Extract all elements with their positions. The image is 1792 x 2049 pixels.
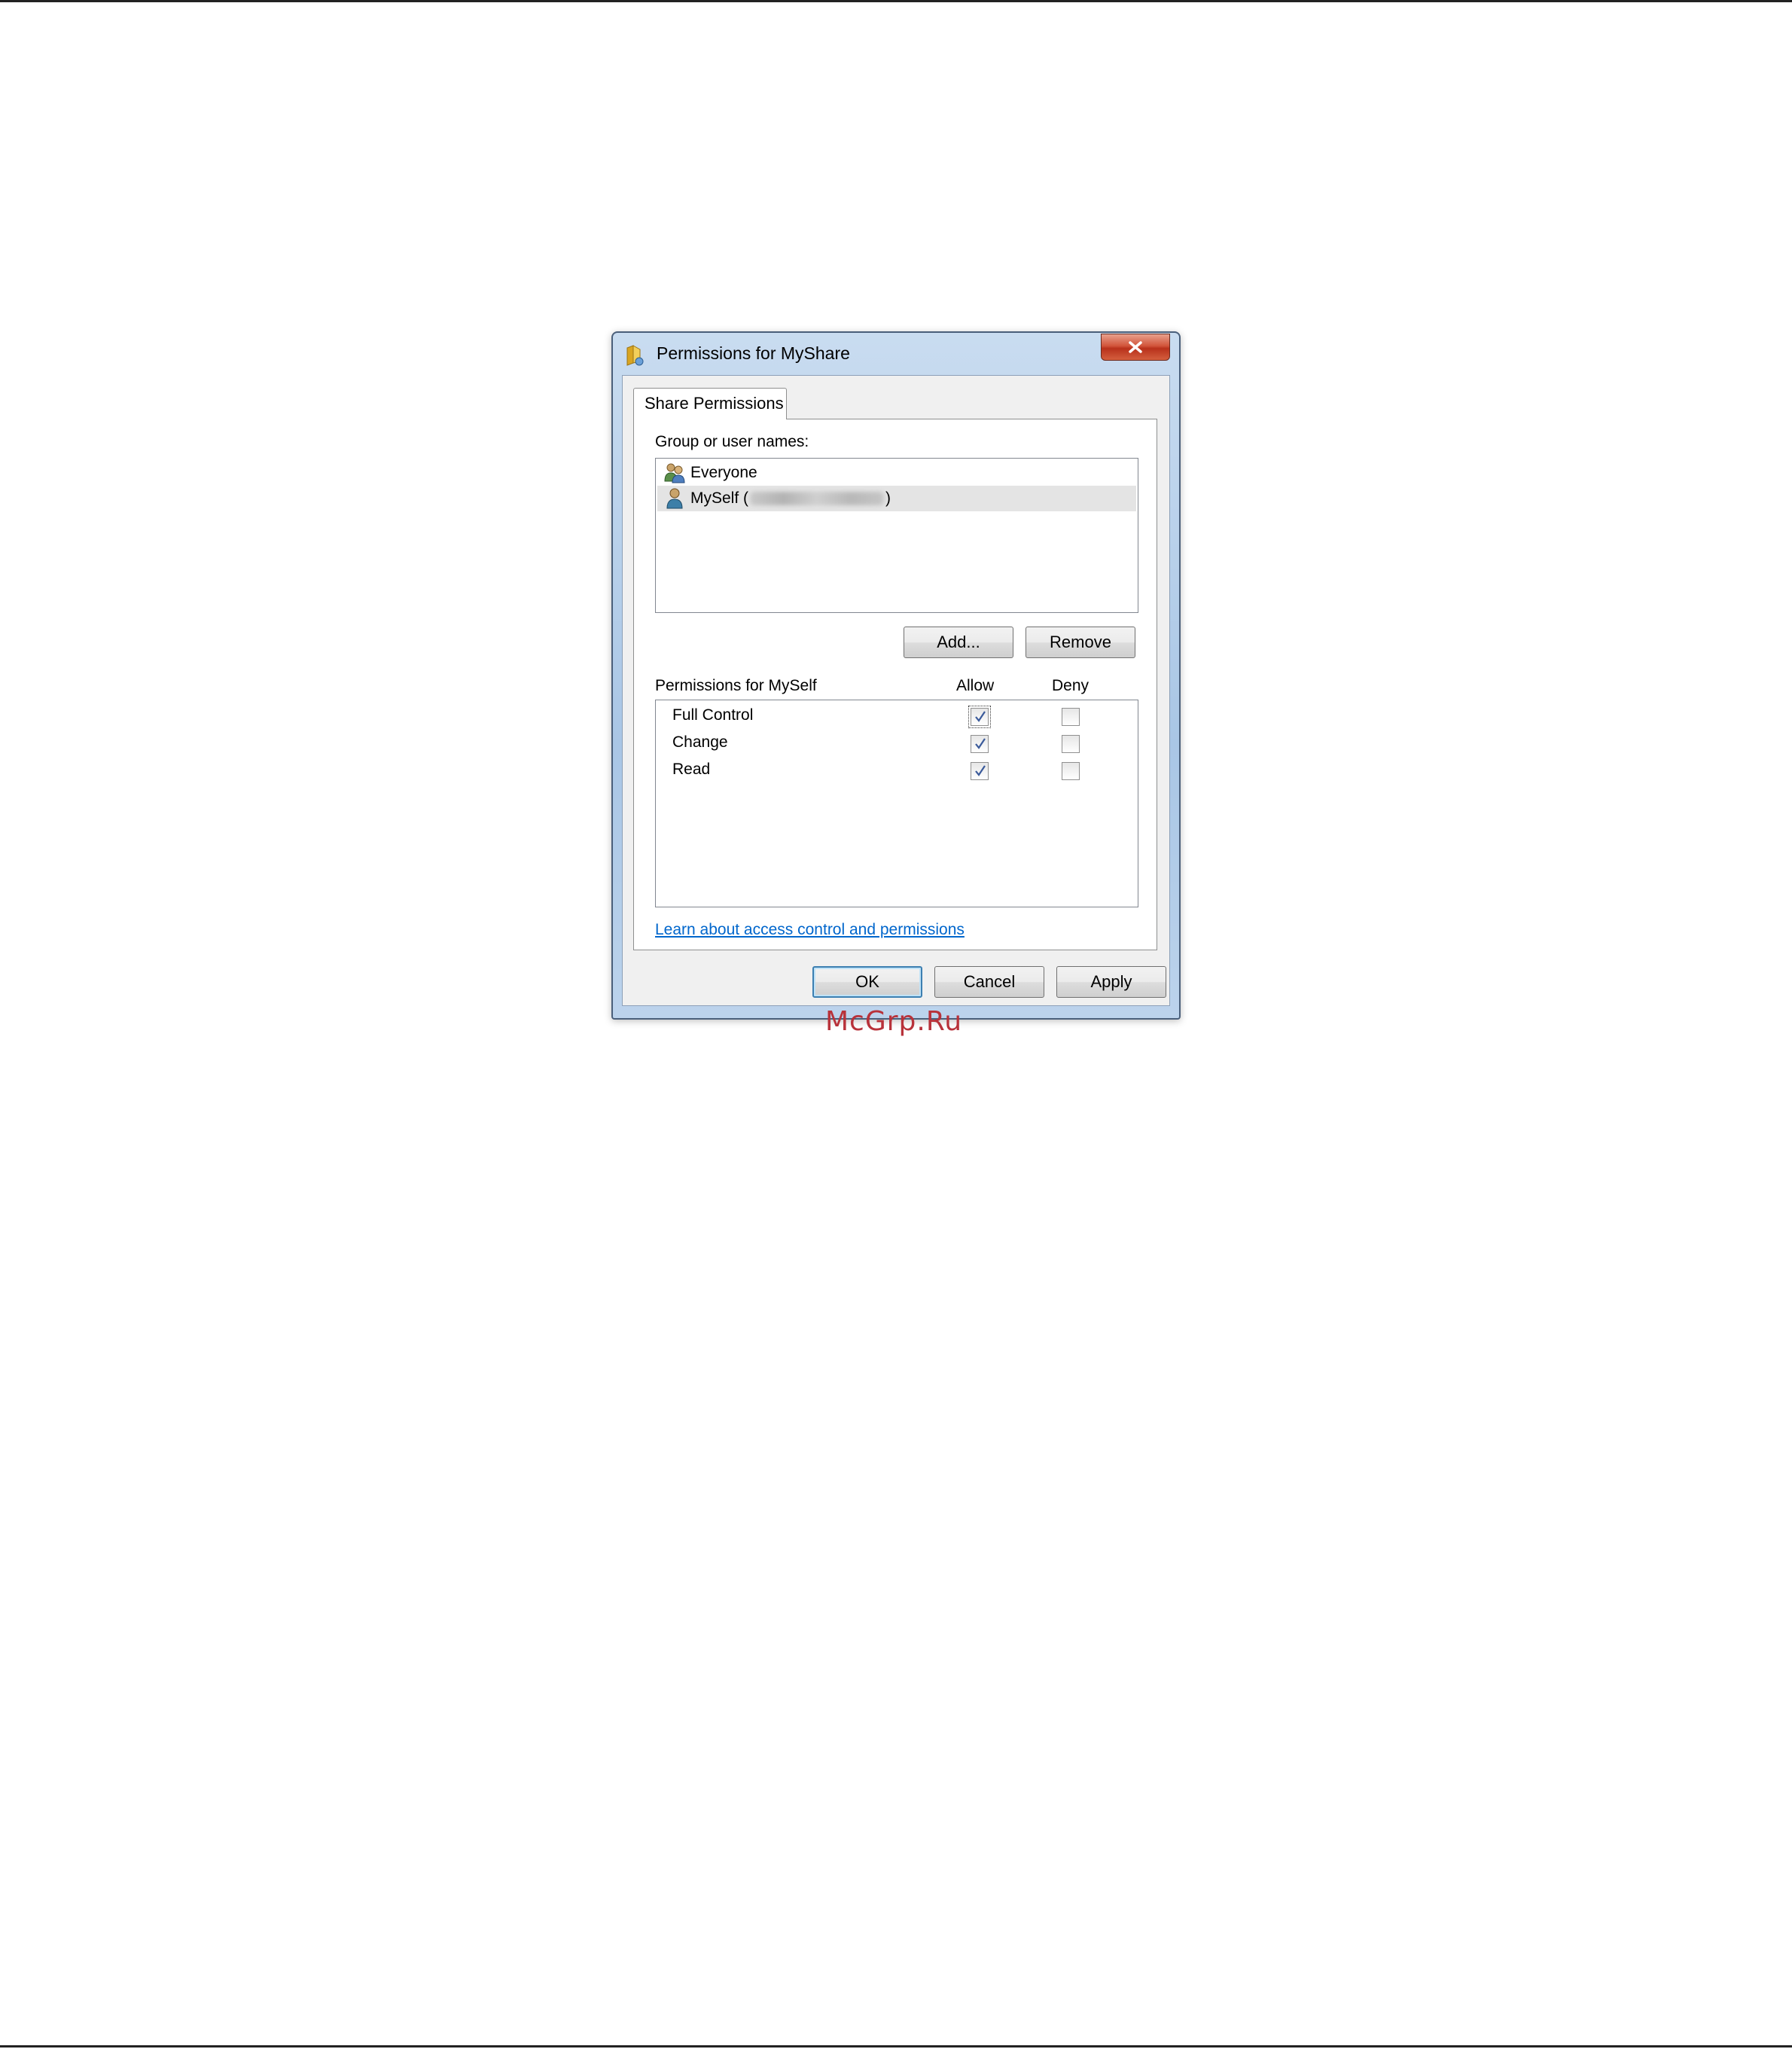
deny-checkbox-full-control[interactable]: [1062, 708, 1080, 726]
tab-panel: Group or user names: Everyone MySelf ()…: [633, 419, 1157, 950]
close-icon: [1129, 341, 1142, 353]
user-name: MySelf (: [690, 489, 749, 507]
learn-more-link[interactable]: Learn about access control and permissio…: [655, 921, 965, 939]
add-button-label: Add...: [937, 633, 980, 651]
remove-button[interactable]: Remove: [1026, 627, 1135, 658]
apply-button-label: Apply: [1090, 972, 1132, 991]
user-list[interactable]: Everyone MySelf ( ): [655, 458, 1138, 613]
group-users-icon: [664, 463, 685, 483]
deny-checkbox-read[interactable]: [1062, 762, 1080, 780]
list-item[interactable]: Everyone: [657, 460, 1136, 486]
tab-share-permissions[interactable]: Share Permissions: [633, 388, 787, 419]
allow-checkbox-read[interactable]: [971, 762, 989, 780]
title-bar[interactable]: Permissions for MyShare: [613, 333, 1179, 375]
allow-checkbox-change[interactable]: [971, 735, 989, 753]
permission-name: Full Control: [672, 706, 754, 724]
group-user-names-label: Group or user names:: [655, 433, 809, 450]
permissions-dialog: Permissions for MyShare Share Permission…: [611, 331, 1181, 1020]
dialog-client-area: Share Permissions Group or user names: E…: [622, 375, 1170, 1006]
list-item-selected[interactable]: MySelf ( ): [657, 486, 1136, 511]
permission-row-change: Change: [656, 730, 1138, 758]
deny-column-header: Deny: [1052, 677, 1090, 694]
allow-checkbox-full-control[interactable]: [968, 706, 991, 728]
redacted-account-name: [750, 492, 885, 505]
user-name-suffix: ): [885, 489, 891, 507]
permission-row-full-control: Full Control: [656, 703, 1138, 730]
check-icon: [975, 765, 986, 776]
check-icon: [975, 711, 986, 722]
user-name: Everyone: [690, 464, 757, 481]
permission-row-read: Read: [656, 758, 1138, 785]
check-icon: [975, 738, 986, 749]
permission-name: Read: [672, 761, 711, 778]
allow-column-header: Allow: [956, 677, 995, 694]
cancel-button[interactable]: Cancel: [934, 966, 1044, 998]
watermark: McGrp.Ru: [825, 1006, 963, 1037]
close-button[interactable]: [1101, 334, 1170, 361]
deny-checkbox-change[interactable]: [1062, 735, 1080, 753]
shared-folder-icon: [626, 345, 644, 366]
user-icon: [666, 488, 683, 509]
permission-name: Change: [672, 733, 728, 751]
remove-button-label: Remove: [1050, 633, 1111, 651]
add-button[interactable]: Add...: [904, 627, 1013, 658]
permissions-list: Full Control Change Read: [655, 700, 1138, 907]
ok-button-label: OK: [855, 972, 879, 991]
dialog-title: Permissions for MyShare: [657, 343, 850, 363]
cancel-button-label: Cancel: [963, 972, 1016, 991]
ok-button[interactable]: OK: [812, 966, 922, 998]
bottom-rule: [0, 2045, 1792, 2047]
apply-button[interactable]: Apply: [1056, 966, 1166, 998]
top-rule: [0, 0, 1792, 2]
permissions-for-label: Permissions for MySelf: [655, 677, 817, 694]
